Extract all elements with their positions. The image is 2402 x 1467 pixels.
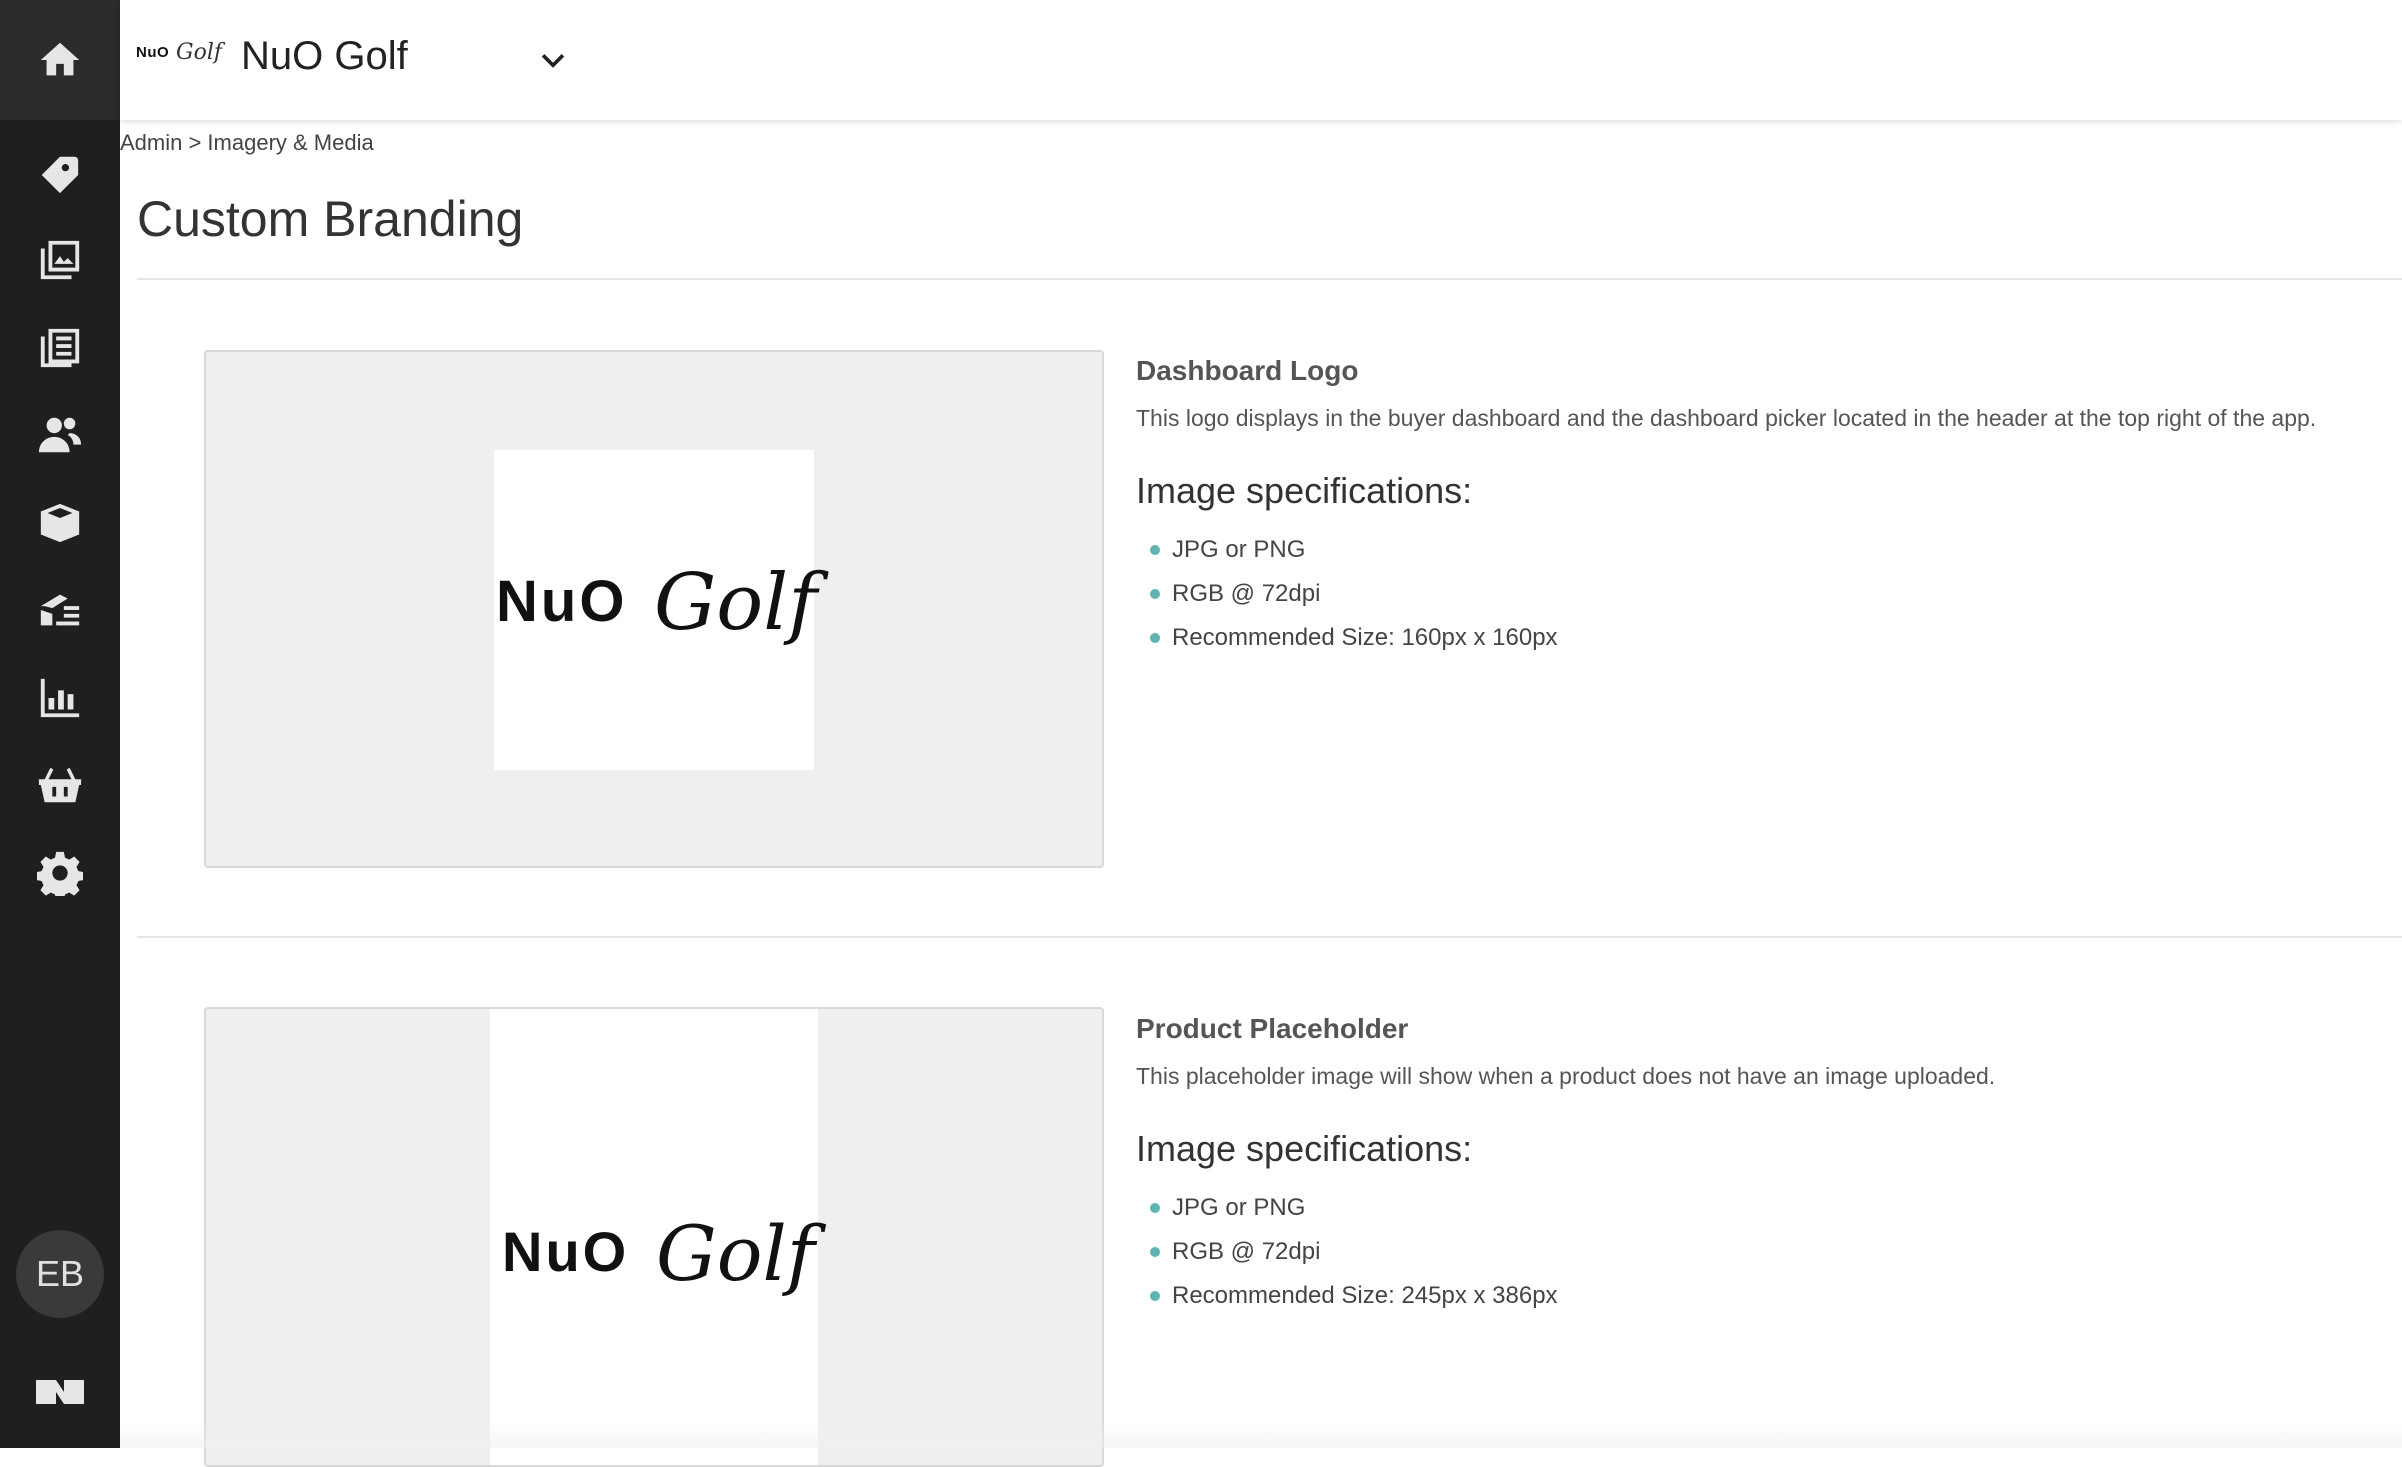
spec-title: Image specifications: [1136, 470, 1473, 511]
list-item: RGB @ 72dpi [1150, 572, 1558, 616]
sidebar-item-settings[interactable] [0, 833, 120, 913]
images-icon [40, 240, 80, 280]
sidebar-item-catalog[interactable] [0, 308, 120, 388]
sidebar-item-users[interactable] [0, 395, 120, 475]
sidebar-item-products[interactable] [0, 483, 120, 563]
sidebar-item-reports[interactable] [0, 658, 120, 738]
dashboard-logo-upload[interactable]: NuO Golf [204, 350, 1104, 868]
spec-list: JPG or PNG RGB @ 72dpi Recommended Size:… [1150, 528, 1558, 660]
nuo-golf-logo: NuO Golf [496, 558, 818, 648]
dashboard-logo-image: NuO Golf [494, 450, 818, 770]
gear-icon [37, 851, 83, 896]
list-item: Recommended Size: 160px x 160px [1150, 616, 1558, 660]
section-description: This logo displays in the buyer dashboar… [1136, 405, 2317, 431]
sidebar-item-basket[interactable] [0, 745, 120, 825]
basket-icon [38, 767, 82, 803]
top-header: NuO Golf NuO Golf [120, 0, 2402, 120]
breadcrumb[interactable]: Admin > Imagery & Media [120, 130, 374, 156]
product-placeholder-image: NuO Golf [490, 1009, 818, 1465]
bullet-icon [1150, 1247, 1160, 1257]
section-heading: Dashboard Logo [1136, 355, 1359, 386]
sidebar-item-home[interactable] [0, 0, 120, 120]
divider [137, 936, 2402, 938]
tag-icon [41, 156, 79, 194]
bullet-icon [1150, 545, 1160, 555]
list-item: Recommended Size: 245px x 386px [1150, 1274, 1558, 1318]
home-icon [40, 42, 80, 76]
header-brand-logo: NuO Golf [136, 40, 222, 65]
sidebar: EB [0, 0, 120, 1448]
section-heading: Product Placeholder [1136, 1013, 1409, 1044]
section-description: This placeholder image will show when a … [1136, 1063, 1996, 1089]
spec-title: Image specifications: [1136, 1128, 1473, 1169]
bar-chart-icon [40, 678, 80, 718]
list-item: JPG or PNG [1150, 528, 1558, 572]
chevron-down-icon[interactable] [536, 44, 570, 78]
box-icon [40, 503, 80, 543]
nuo-golf-logo: NuO Golf [502, 1209, 815, 1298]
spec-list: JPG or PNG RGB @ 72dpi Recommended Size:… [1150, 1186, 1558, 1318]
envelope-list-icon [40, 594, 80, 626]
document-list-icon [40, 328, 80, 368]
bullet-icon [1150, 1291, 1160, 1301]
product-placeholder-upload[interactable]: NuO Golf [204, 1007, 1104, 1467]
divider [137, 278, 2402, 280]
avatar-initials: EB [35, 1253, 85, 1294]
bottom-fade [120, 1420, 2402, 1448]
sidebar-item-orders[interactable] [0, 570, 120, 650]
app-logo-icon [36, 1380, 84, 1404]
bullet-icon [1150, 633, 1160, 643]
bullet-icon [1150, 589, 1160, 599]
bullet-icon [1150, 1203, 1160, 1213]
page-title: Custom Branding [137, 191, 524, 247]
sidebar-item-imagery[interactable] [0, 220, 120, 300]
store-name[interactable]: NuO Golf [241, 34, 408, 79]
list-item: JPG or PNG [1150, 1186, 1558, 1230]
list-item: RGB @ 72dpi [1150, 1230, 1558, 1274]
sidebar-item-tags[interactable] [0, 135, 120, 215]
avatar[interactable]: EB [16, 1230, 104, 1318]
users-icon [38, 417, 82, 453]
